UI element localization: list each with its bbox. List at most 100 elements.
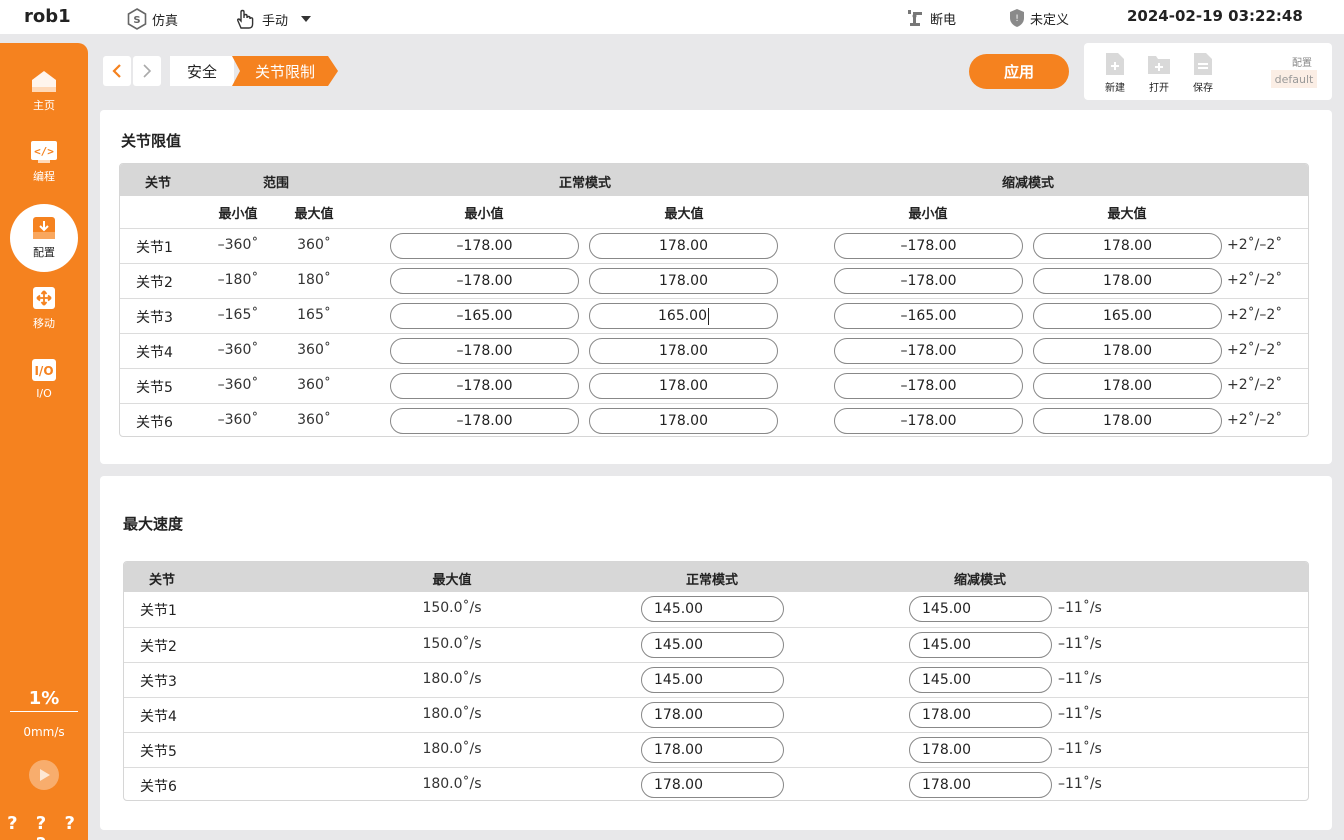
joint-label: 关节1 bbox=[140, 603, 177, 619]
reduced-max-input[interactable]: 165.00 bbox=[1033, 303, 1222, 329]
header-normal: 正常模式 bbox=[558, 176, 611, 191]
range-min: –180˚ bbox=[217, 272, 259, 288]
reduced-min-input[interactable]: –178.00 bbox=[834, 373, 1023, 399]
joint-label: 关节5 bbox=[140, 744, 177, 760]
reduced-max-input[interactable]: 178.00 bbox=[1033, 373, 1222, 399]
breadcrumb-label: 关节限制 bbox=[254, 62, 315, 81]
table-row: 关节4 –360˚ 360˚ –178.00 178.00 –178.00 17… bbox=[120, 333, 1308, 368]
normal-speed-input[interactable]: 178.00 bbox=[641, 702, 784, 728]
normal-min-input[interactable]: –178.00 bbox=[390, 408, 579, 434]
tolerance-label: –11˚/s bbox=[1058, 636, 1102, 652]
reduced-speed-input[interactable]: 145.00 bbox=[909, 632, 1052, 658]
apply-button[interactable]: 应用 bbox=[969, 54, 1069, 89]
normal-max-input[interactable]: 178.00 bbox=[589, 268, 778, 294]
play-button[interactable] bbox=[29, 760, 59, 790]
breadcrumb-joint-limits[interactable]: 关节限制 bbox=[232, 56, 338, 86]
nav-item-program[interactable]: </> 编程 bbox=[0, 139, 88, 184]
normal-max-input[interactable]: 178.00 bbox=[589, 338, 778, 364]
reduced-speed-input[interactable]: 145.00 bbox=[909, 667, 1052, 693]
joint-label: 关节2 bbox=[136, 275, 173, 291]
table-row: 关节4 180.0˚/s 178.00 178.00 –11˚/s bbox=[124, 697, 1308, 732]
speed-divider bbox=[10, 711, 78, 712]
normal-speed-input[interactable]: 145.00 bbox=[641, 632, 784, 658]
joint-limits-table: 关节 范围 正常模式 缩减模式 最小值 最大值 最小值 最大值 最小值 最大值 … bbox=[119, 163, 1309, 437]
reduced-min-input[interactable]: –178.00 bbox=[834, 233, 1023, 259]
reduced-max-input[interactable]: 178.00 bbox=[1033, 233, 1222, 259]
reduced-min-input[interactable]: –178.00 bbox=[834, 408, 1023, 434]
joint-label: 关节5 bbox=[136, 380, 173, 396]
normal-min-input[interactable]: –178.00 bbox=[390, 373, 579, 399]
joint-label: 关节1 bbox=[136, 240, 173, 256]
range-max: 360˚ bbox=[297, 342, 331, 358]
normal-min-input[interactable]: –178.00 bbox=[390, 233, 579, 259]
chevron-left-icon bbox=[112, 64, 121, 78]
range-min: –360˚ bbox=[217, 412, 259, 428]
table-row: 关节6 –360˚ 360˚ –178.00 178.00 –178.00 17… bbox=[120, 403, 1308, 436]
code-icon: </> bbox=[31, 141, 57, 163]
joint-label: 关节6 bbox=[140, 779, 177, 795]
joint-label: 关节6 bbox=[136, 415, 173, 431]
normal-max-input[interactable]: 178.00 bbox=[589, 373, 778, 399]
robot-arm-icon bbox=[908, 10, 922, 26]
open-button[interactable]: 打开 bbox=[1144, 51, 1174, 94]
normal-min-input[interactable]: –178.00 bbox=[390, 338, 579, 364]
reduced-speed-input[interactable]: 178.00 bbox=[909, 702, 1052, 728]
speed-percent[interactable]: 1% bbox=[0, 688, 88, 709]
nav-item-config[interactable]: 配置 bbox=[0, 215, 88, 260]
move-icon bbox=[33, 287, 55, 309]
table-row: 关节2 –180˚ 180˚ –178.00 178.00 –178.00 17… bbox=[120, 263, 1308, 298]
mode-selector[interactable]: 手动 bbox=[234, 8, 320, 30]
normal-max-input[interactable]: 178.00 bbox=[589, 233, 778, 259]
svg-text:S: S bbox=[133, 15, 140, 26]
simulation-indicator[interactable]: S 仿真 bbox=[126, 8, 178, 30]
normal-speed-input[interactable]: 145.00 bbox=[641, 596, 784, 622]
reduced-min-input[interactable]: –165.00 bbox=[834, 303, 1023, 329]
nav-item-home[interactable]: 主页 bbox=[0, 68, 88, 113]
nav-item-move[interactable]: 移动 bbox=[0, 286, 88, 331]
normal-max-input[interactable]: 178.00 bbox=[589, 408, 778, 434]
save-label: 保存 bbox=[1193, 83, 1213, 94]
normal-min-input[interactable]: –165.00 bbox=[390, 303, 579, 329]
chevron-right-icon bbox=[143, 64, 152, 78]
reduced-min-input[interactable]: –178.00 bbox=[834, 338, 1023, 364]
save-button[interactable]: 保存 bbox=[1188, 51, 1218, 94]
robot-name: rob1 bbox=[24, 6, 71, 27]
range-max: 165˚ bbox=[297, 307, 331, 323]
reduced-speed-input[interactable]: 178.00 bbox=[909, 772, 1052, 798]
safety-status[interactable]: ! 未定义 bbox=[1008, 8, 1069, 28]
normal-max-input-focused[interactable]: 165.00 bbox=[589, 303, 778, 329]
simulation-label: 仿真 bbox=[152, 13, 179, 29]
table-row: 关节5 –360˚ 360˚ –178.00 178.00 –178.00 17… bbox=[120, 368, 1308, 403]
reduced-speed-input[interactable]: 178.00 bbox=[909, 737, 1052, 763]
reduced-min-input[interactable]: –178.00 bbox=[834, 268, 1023, 294]
forward-button[interactable] bbox=[133, 56, 161, 86]
normal-speed-input[interactable]: 145.00 bbox=[641, 667, 784, 693]
io-icon: I/O bbox=[32, 359, 56, 381]
breadcrumb-safety[interactable]: 安全 bbox=[170, 56, 234, 86]
reduced-max-input[interactable]: 178.00 bbox=[1033, 408, 1222, 434]
nav-item-io[interactable]: I/O I/O bbox=[0, 358, 88, 400]
nav-label-config: 配置 bbox=[33, 246, 55, 259]
reduced-max-input[interactable]: 178.00 bbox=[1033, 268, 1222, 294]
status-indicators: ? ? ? ? bbox=[7, 813, 81, 840]
home-icon bbox=[32, 71, 56, 92]
text-caret bbox=[708, 307, 709, 325]
config-value[interactable]: default bbox=[1271, 70, 1317, 88]
back-button[interactable] bbox=[103, 56, 131, 86]
new-button[interactable]: 新建 bbox=[1100, 51, 1130, 94]
reduced-speed-input[interactable]: 145.00 bbox=[909, 596, 1052, 622]
reduced-max-input[interactable]: 178.00 bbox=[1033, 338, 1222, 364]
normal-min-input[interactable]: –178.00 bbox=[390, 268, 579, 294]
play-icon bbox=[40, 769, 50, 781]
range-min: –165˚ bbox=[217, 307, 259, 323]
power-label: 断电 bbox=[930, 12, 957, 28]
range-min: –360˚ bbox=[217, 342, 259, 358]
range-max: 360˚ bbox=[297, 377, 331, 393]
power-status[interactable]: 断电 bbox=[906, 8, 956, 28]
normal-speed-input[interactable]: 178.00 bbox=[641, 737, 784, 763]
header-joint: 关节 bbox=[148, 573, 175, 588]
normal-speed-input[interactable]: 178.00 bbox=[641, 772, 784, 798]
header-normal: 正常模式 bbox=[685, 573, 738, 588]
open-label: 打开 bbox=[1149, 83, 1169, 94]
subheader-normal-max: 最大值 bbox=[664, 207, 704, 222]
